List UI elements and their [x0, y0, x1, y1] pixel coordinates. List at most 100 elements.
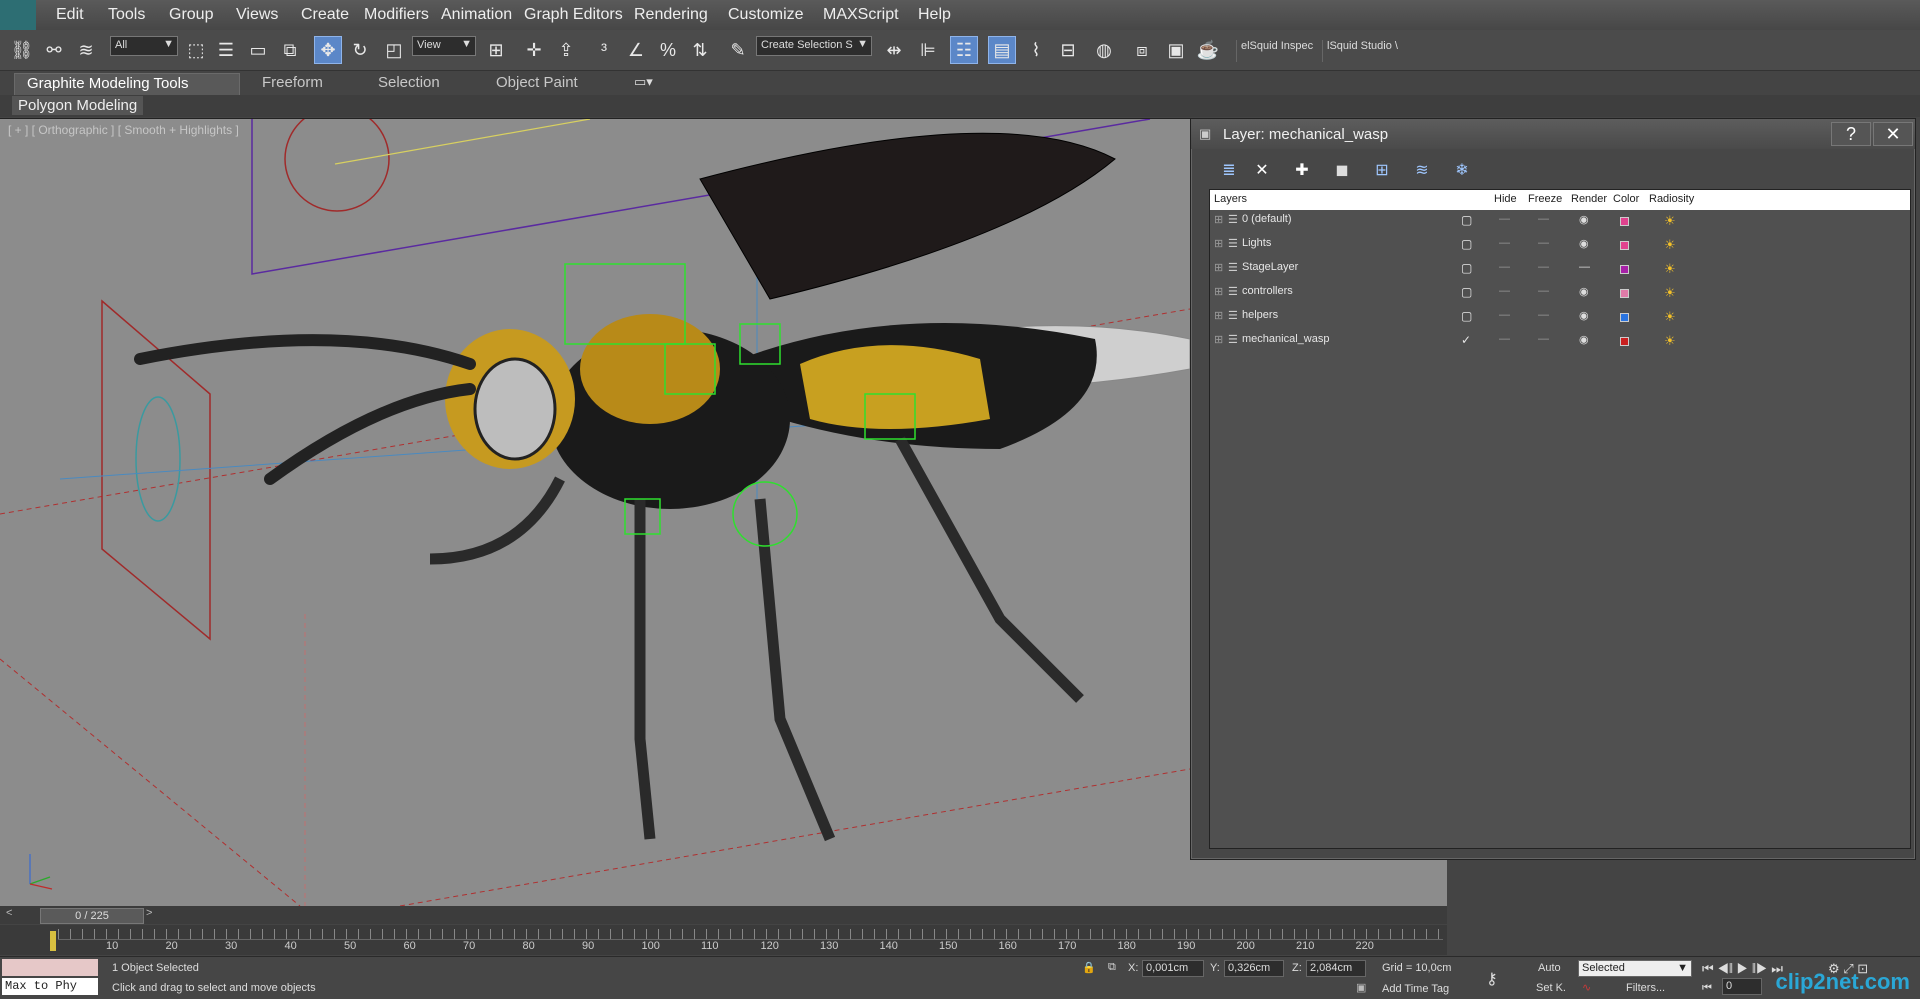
rect-selection-icon[interactable]: ▭ — [244, 36, 272, 64]
select-layer-objects-icon[interactable]: ◼ — [1331, 160, 1353, 182]
current-layer-indicator[interactable]: ▢ — [1461, 213, 1472, 227]
render-teapot-icon[interactable]: ☕ — [1194, 36, 1222, 64]
layer-row[interactable]: ⊞ ☰ mechanical_wasp ✓ — — ◉ ☀ — [1210, 330, 1705, 354]
hide-toggle[interactable]: — — [1499, 285, 1510, 297]
current-layer-indicator[interactable]: ▢ — [1461, 309, 1472, 323]
render-toggle-icon[interactable]: ◉ — [1579, 309, 1589, 322]
layer-row[interactable]: ⊞ ☰ 0 (default) ▢ — — ◉ ☀ — [1210, 210, 1705, 234]
layer-color-swatch[interactable] — [1620, 217, 1629, 226]
layer-row[interactable]: ⊞ ☰ helpers ▢ — — ◉ ☀ — [1210, 306, 1705, 330]
x-coord-field[interactable]: 0,001cm — [1142, 960, 1204, 977]
tab-graphite-modeling-tools[interactable]: Graphite Modeling Tools — [14, 73, 240, 97]
keyboard-shortcut-icon[interactable]: ⇪ — [552, 36, 580, 64]
create-layer-icon[interactable]: ≣ — [1218, 160, 1240, 182]
render-setup-icon[interactable]: ⧈ — [1128, 36, 1156, 64]
bind-spacewarp-icon[interactable]: ≋ — [72, 36, 100, 64]
auto-key-button[interactable]: Auto — [1538, 962, 1561, 974]
freeze-toggle[interactable]: — — [1538, 285, 1549, 297]
ribbon-options-icon[interactable]: ▭▾ — [634, 74, 653, 90]
radiosity-icon[interactable]: ☀ — [1664, 261, 1676, 277]
layer-panel-titlebar[interactable]: ▣ Layer: mechanical_wasp ? ✕ — [1191, 119, 1915, 149]
freeze-all-layers-icon[interactable]: ❄ — [1451, 160, 1473, 182]
hide-toggle[interactable]: — — [1499, 333, 1510, 345]
align-icon[interactable]: ⊫ — [914, 36, 942, 64]
menu-tools[interactable]: Tools — [108, 6, 145, 24]
layer-name[interactable]: controllers — [1242, 285, 1293, 297]
layer-name[interactable]: helpers — [1242, 309, 1278, 321]
layer-color-swatch[interactable] — [1620, 289, 1629, 298]
select-object-icon[interactable]: ⬚ — [182, 36, 210, 64]
select-manipulate-icon[interactable]: ✛ — [520, 36, 548, 64]
layer-color-swatch[interactable] — [1620, 265, 1629, 274]
key-filters-button[interactable]: Filters... — [1626, 982, 1665, 994]
tab-selection[interactable]: Selection — [366, 73, 452, 95]
pivot-center-icon[interactable]: ⊞ — [482, 36, 510, 64]
mirror-icon[interactable]: ⇹ — [880, 36, 908, 64]
unlink-icon[interactable]: ⚯ — [40, 36, 68, 64]
col-radiosity[interactable]: Radiosity — [1649, 193, 1694, 205]
selection-filter-dropdown[interactable]: All ▼ — [110, 36, 178, 56]
expand-icon[interactable]: ⊞ — [1214, 309, 1223, 322]
menu-customize[interactable]: Customize — [728, 6, 804, 24]
col-color[interactable]: Color — [1613, 193, 1639, 205]
tab-polygon-modeling[interactable]: Polygon Modeling — [12, 96, 144, 115]
layer-row[interactable]: ⊞ ☰ controllers ▢ — — ◉ ☀ — [1210, 282, 1705, 306]
radiosity-icon[interactable]: ☀ — [1664, 237, 1676, 253]
hide-toggle[interactable]: — — [1499, 261, 1510, 273]
radiosity-icon[interactable]: ☀ — [1664, 309, 1676, 325]
layer-name[interactable]: mechanical_wasp — [1242, 333, 1329, 345]
key-filter-curve-icon[interactable]: ∿ — [1582, 981, 1591, 994]
maxscript-listener[interactable]: Max to Phy — [2, 978, 98, 995]
tab-object-paint[interactable]: Object Paint — [484, 73, 590, 95]
layer-row[interactable]: ⊞ ☰ StageLayer ▢ — — — ☀ — [1210, 258, 1705, 282]
delete-layer-icon[interactable]: ✕ — [1251, 160, 1273, 182]
col-hide[interactable]: Hide — [1494, 193, 1517, 205]
time-tag-icon[interactable]: ▣ — [1356, 981, 1366, 994]
track-ruler[interactable]: 10 20 30 40 50 60 70 80 90 100 110 120 130 140 150 160 1… — [0, 925, 1447, 955]
edit-named-selection-icon[interactable]: ✎ — [724, 36, 752, 64]
y-coord-field[interactable]: 0,326cm — [1224, 960, 1284, 977]
plugin-studio-label[interactable]: lSquid Studio \ — [1322, 40, 1398, 62]
current-layer-indicator[interactable]: ▢ — [1461, 261, 1472, 275]
prev-frame-icon[interactable]: < — [6, 907, 12, 919]
add-time-tag[interactable]: Add Time Tag — [1382, 983, 1449, 995]
angle-snap-icon[interactable]: ∠ — [622, 36, 650, 64]
hide-toggle[interactable]: — — [1499, 213, 1510, 225]
current-layer-indicator[interactable]: ▢ — [1461, 285, 1472, 299]
curve-editor-icon[interactable]: ⌇ — [1022, 36, 1050, 64]
reference-coord-dropdown[interactable]: View ▼ — [412, 36, 476, 56]
menu-edit[interactable]: Edit — [56, 6, 84, 24]
select-move-icon[interactable]: ✥ — [314, 36, 342, 64]
z-coord-field[interactable]: 2,084cm — [1306, 960, 1366, 977]
menu-rendering[interactable]: Rendering — [634, 6, 708, 24]
maxscript-listener-pink[interactable] — [2, 959, 98, 976]
freeze-toggle[interactable]: — — [1538, 261, 1549, 273]
percent-snap-icon[interactable]: % — [654, 36, 682, 64]
menu-help[interactable]: Help — [918, 6, 951, 24]
current-layer-indicator[interactable]: ✓ — [1461, 333, 1471, 347]
key-mode-dropdown[interactable]: Selected ▼ — [1578, 960, 1692, 977]
layer-color-swatch[interactable] — [1620, 241, 1629, 250]
current-layer-indicator[interactable]: ▢ — [1461, 237, 1472, 251]
render-toggle-icon[interactable]: — — [1579, 261, 1590, 273]
rendered-frame-icon[interactable]: ▣ — [1162, 36, 1190, 64]
tab-freeform[interactable]: Freeform — [250, 73, 335, 95]
freeze-toggle[interactable]: — — [1538, 309, 1549, 321]
radiosity-icon[interactable]: ☀ — [1664, 333, 1676, 349]
layer-name[interactable]: StageLayer — [1242, 261, 1298, 273]
menu-modifiers[interactable]: Modifiers — [364, 6, 429, 24]
go-start-icon[interactable]: ⏮ — [1702, 982, 1712, 995]
set-key-button[interactable]: Set K. — [1536, 982, 1566, 994]
window-crossing-icon[interactable]: ⧉ — [276, 36, 304, 64]
menu-create[interactable]: Create — [301, 6, 349, 24]
current-frame-field[interactable]: 0 — [1722, 978, 1762, 995]
absolute-mode-icon[interactable]: ⧉ — [1108, 961, 1116, 974]
schematic-view-icon[interactable]: ⊟ — [1054, 36, 1082, 64]
menu-group[interactable]: Group — [169, 6, 213, 24]
hide-toggle[interactable]: — — [1499, 237, 1510, 249]
select-rotate-icon[interactable]: ↻ — [346, 36, 374, 64]
highlight-selected-icon[interactable]: ⊞ — [1371, 160, 1393, 182]
freeze-toggle[interactable]: — — [1538, 213, 1549, 225]
freeze-toggle[interactable]: — — [1538, 333, 1549, 345]
add-to-layer-icon[interactable]: ✚ — [1291, 160, 1313, 182]
